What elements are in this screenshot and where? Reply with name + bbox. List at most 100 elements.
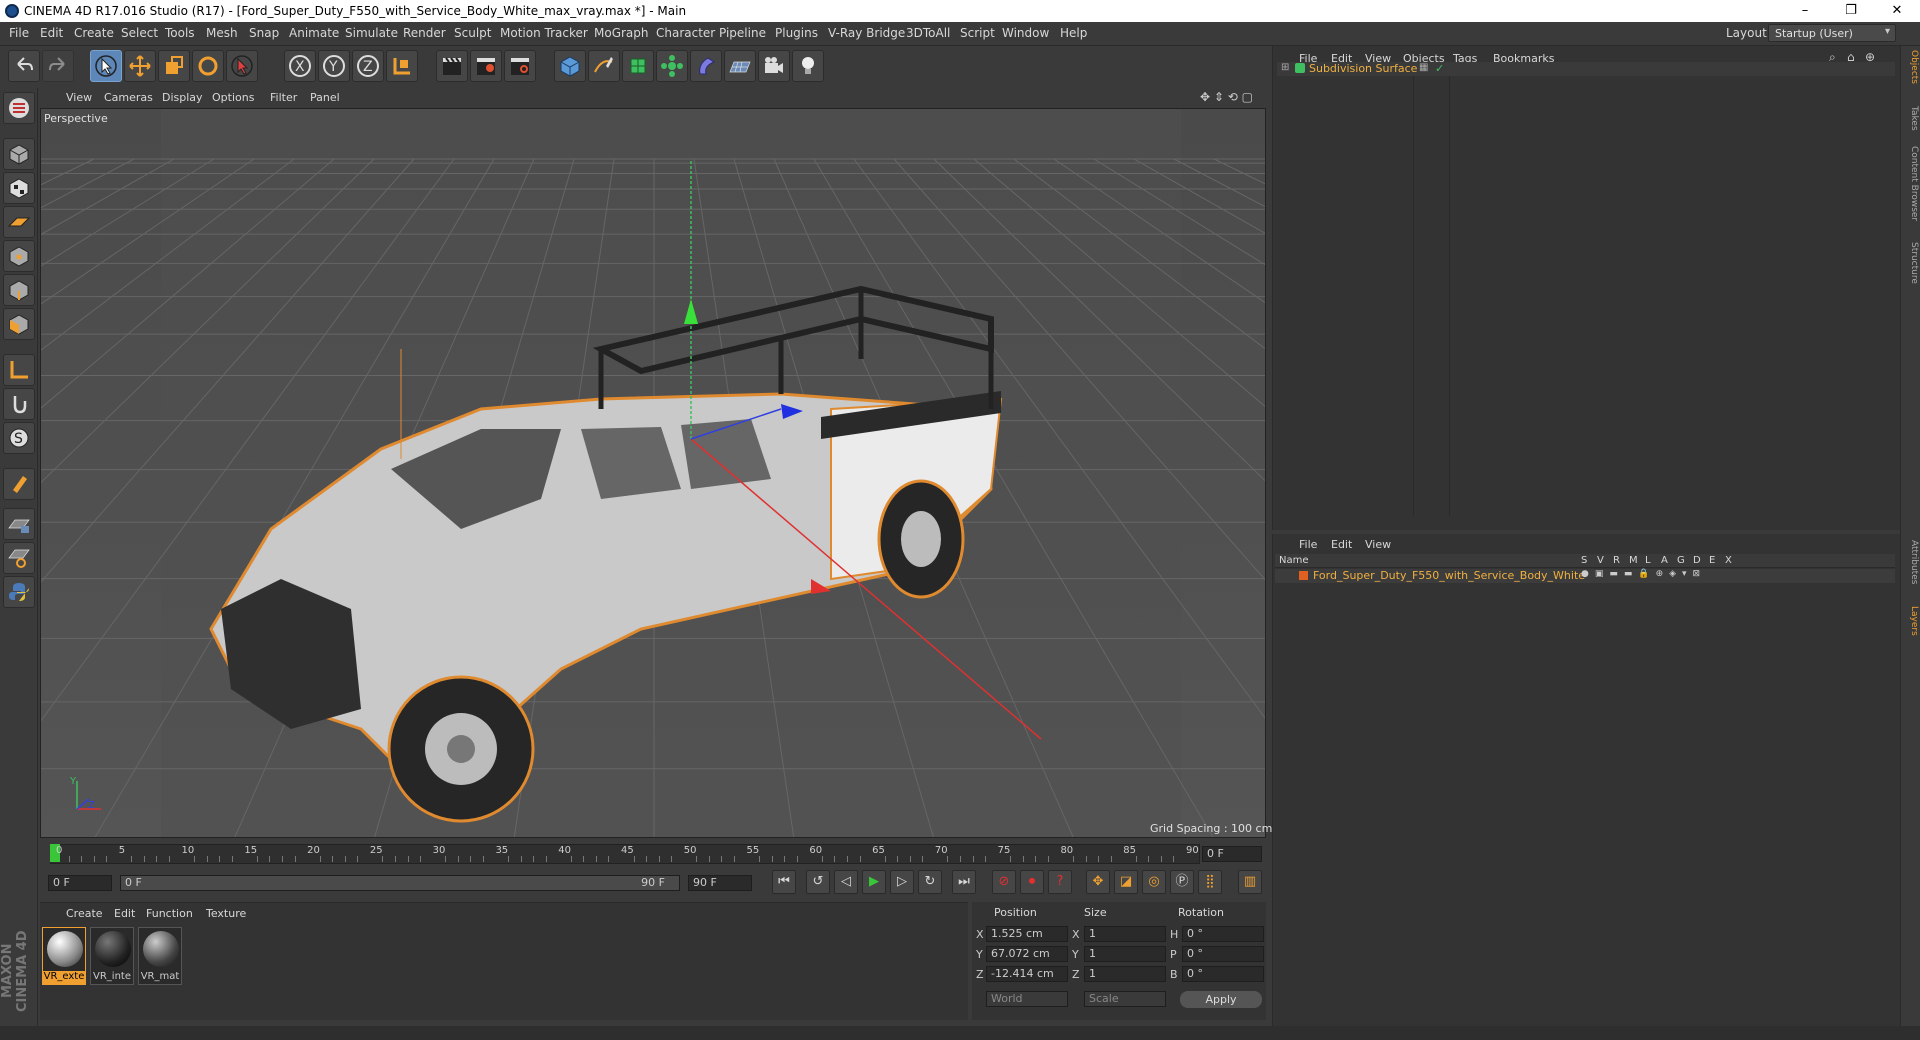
coord-scale-dropdown[interactable]: Scale (1084, 991, 1166, 1007)
light-button[interactable] (792, 50, 824, 82)
size-x-field[interactable]: 1 (1084, 926, 1166, 942)
rotate-tool-button[interactable] (192, 50, 224, 82)
points-mode-button[interactable] (3, 240, 35, 272)
rotation-b-field[interactable]: 0 ° (1182, 966, 1264, 982)
menu-window[interactable]: Window (1002, 26, 1049, 40)
menu-motion-tracker[interactable]: Motion Tracker (500, 26, 588, 40)
layer-col-render[interactable]: R (1613, 555, 1620, 566)
preview-range-slider[interactable]: 0 F 90 F (120, 875, 680, 891)
autokeying-button[interactable]: ⏺ (1020, 870, 1044, 894)
viewport-menu-display[interactable]: Display (162, 91, 203, 104)
layer-col-solo[interactable]: S (1581, 555, 1587, 566)
array-generator-button[interactable] (656, 50, 688, 82)
layer-row[interactable]: Ford_Super_Duty_F550_with_Service_Body_W… (1275, 569, 1895, 583)
tab-objects[interactable]: Objects (1903, 50, 1919, 84)
coord-mode-dropdown[interactable]: World (986, 991, 1068, 1007)
coordinate-system-button[interactable] (386, 50, 418, 82)
range-end-field[interactable]: 90 F (688, 875, 752, 891)
menu-file[interactable]: File (9, 26, 29, 40)
polygons-mode-button[interactable] (3, 308, 35, 340)
menu-render[interactable]: Render (403, 26, 446, 40)
cube-primitive-button[interactable] (554, 50, 586, 82)
snapping-button[interactable]: S (3, 422, 35, 454)
layer-col-deformers[interactable]: D (1693, 555, 1701, 566)
object-row-subdivision-surface[interactable]: ⊞ Subdivision Surface ▦ ✓ (1277, 62, 1895, 76)
menu-vray-bridge[interactable]: V-Ray Bridge (828, 26, 905, 40)
expand-icon[interactable]: ⊞ (1281, 62, 1289, 73)
size-z-field[interactable]: 1 (1084, 966, 1166, 982)
timeline-end-field[interactable]: 0 F (1202, 846, 1262, 862)
planar-workplane-button[interactable] (3, 542, 35, 574)
next-frame-button[interactable]: ▷ (890, 870, 914, 894)
close-button[interactable]: ✕ (1874, 0, 1920, 22)
record-rotation-button[interactable]: ◎ (1142, 870, 1166, 894)
menu-animate[interactable]: Animate (289, 26, 339, 40)
object-visibility-toggle[interactable]: ▦ (1419, 62, 1428, 73)
subdivision-surface-button[interactable] (622, 50, 654, 82)
rotation-h-field[interactable]: 0 ° (1182, 926, 1264, 942)
z-axis-lock-button[interactable]: Z (352, 50, 384, 82)
go-to-start-button[interactable]: ⏮ (772, 870, 796, 894)
material-menu-edit[interactable]: Edit (114, 907, 135, 920)
play-button[interactable]: ▶ (862, 870, 886, 894)
material-swatch-vr-inte[interactable]: VR_inte (90, 927, 134, 985)
render-to-picture-viewer-button[interactable] (470, 50, 502, 82)
material-swatch-vr-exte[interactable]: VR_exte (42, 927, 86, 985)
viewport-menu-cameras[interactable]: Cameras (104, 91, 153, 104)
redo-button[interactable] (42, 50, 74, 82)
menu-script[interactable]: Script (960, 26, 995, 40)
menu-tools[interactable]: Tools (165, 26, 195, 40)
viewport-navigation-icons[interactable]: ✥ ⇕ ⟲ ▢ (1200, 90, 1253, 104)
locked-workplane-button[interactable] (3, 508, 35, 540)
deformer-button[interactable] (690, 50, 722, 82)
x-axis-lock-button[interactable]: X (284, 50, 316, 82)
material-swatch-vr-mat[interactable]: VR_mat (138, 927, 182, 985)
material-menu-texture[interactable]: Texture (206, 907, 246, 920)
spline-pen-button[interactable] (588, 50, 620, 82)
previous-frame-button[interactable]: ◁ (834, 870, 858, 894)
tab-structure[interactable]: Structure (1903, 242, 1919, 284)
texture-mode-button[interactable] (3, 172, 35, 204)
move-tool-button[interactable] (124, 50, 156, 82)
scale-tool-button[interactable] (158, 50, 190, 82)
layer-toggle-icons[interactable]: ●▣▬▬🔒⊕◈▾⊠ (1581, 569, 1706, 579)
restore-button[interactable]: ❐ (1828, 0, 1874, 22)
go-to-end-button[interactable]: ⏭ (952, 870, 976, 894)
recent-tool-button[interactable] (226, 50, 258, 82)
undo-button[interactable] (8, 50, 40, 82)
layers-menu-file[interactable]: File (1299, 538, 1317, 551)
record-active-objects-button[interactable]: ⊘ (992, 870, 1016, 894)
material-menu-function[interactable]: Function (146, 907, 193, 920)
minimize-button[interactable]: – (1782, 0, 1828, 22)
menu-help[interactable]: Help (1060, 26, 1087, 40)
axis-mode-button[interactable] (3, 354, 35, 386)
camera-button[interactable] (758, 50, 790, 82)
menu-sculpt[interactable]: Sculpt (454, 26, 491, 40)
tab-content-browser[interactable]: Content Browser (1903, 146, 1919, 221)
python-button[interactable] (3, 576, 35, 608)
layer-col-expressions[interactable]: E (1709, 555, 1715, 566)
layout-dropdown[interactable]: Startup (User) ▾ (1768, 24, 1896, 42)
menu-create[interactable]: Create (74, 26, 114, 40)
layer-col-locked[interactable]: L (1645, 555, 1651, 566)
keyframe-selection-button[interactable]: ? (1048, 870, 1072, 894)
rotation-p-field[interactable]: 0 ° (1182, 946, 1264, 962)
layer-col-generators[interactable]: G (1677, 555, 1685, 566)
menu-3dtoall[interactable]: 3DToAll (906, 26, 950, 40)
go-to-next-key-button[interactable]: ↻ (918, 870, 942, 894)
layer-col-manager[interactable]: M (1629, 555, 1638, 566)
viewport-menu-view[interactable]: View (66, 91, 92, 104)
go-to-previous-key-button[interactable]: ↺ (806, 870, 830, 894)
layer-color-swatch[interactable] (1299, 571, 1308, 580)
model-mode-button[interactable] (3, 138, 35, 170)
magnet-button[interactable] (3, 468, 35, 500)
tab-layers[interactable]: Layers (1903, 606, 1919, 636)
size-y-field[interactable]: 1 (1084, 946, 1166, 962)
timeline-window-button[interactable]: ▥ (1238, 870, 1262, 894)
viewport-menu-filter[interactable]: Filter (270, 91, 297, 104)
menu-snap[interactable]: Snap (249, 26, 279, 40)
menu-simulate[interactable]: Simulate (345, 26, 398, 40)
tab-attributes[interactable]: Attributes (1903, 540, 1919, 584)
material-menu-create[interactable]: Create (66, 907, 103, 920)
viewport-perspective[interactable] (40, 108, 1266, 838)
